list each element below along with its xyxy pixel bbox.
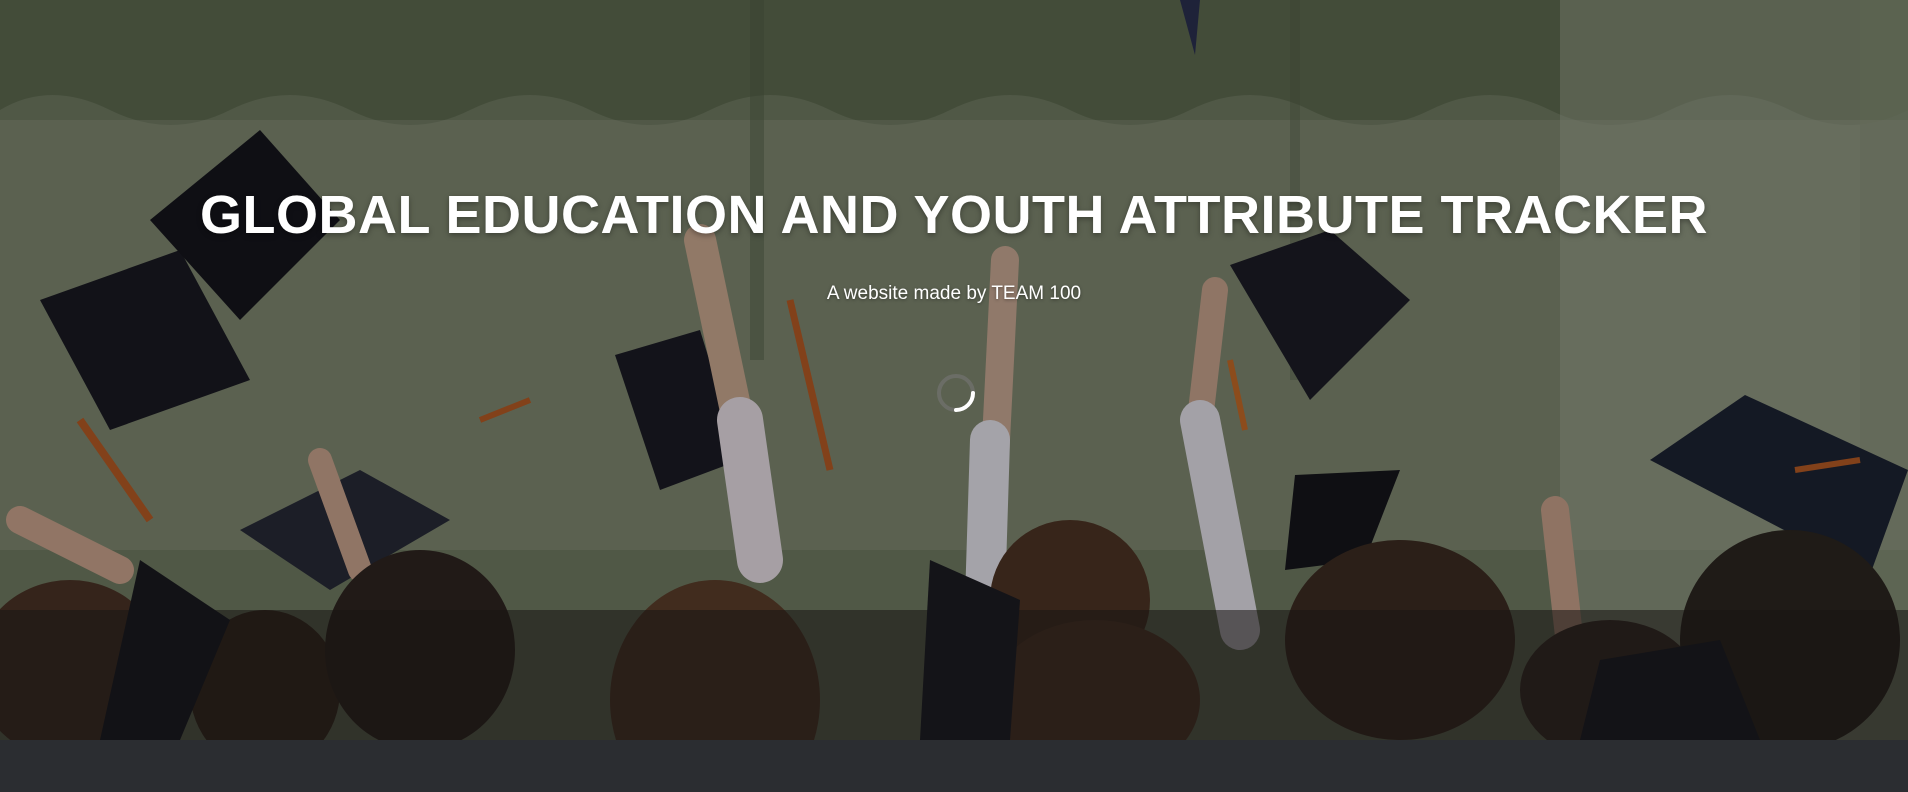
page-subtitle: A website made by TEAM 100 bbox=[826, 283, 1082, 304]
footer-band bbox=[0, 740, 1908, 792]
spinner-icon bbox=[937, 374, 975, 412]
page: GLOBAL EDUCATION AND YOUTH ATTRIBUTE TRA… bbox=[0, 0, 1908, 792]
page-title: GLOBAL EDUCATION AND YOUTH ATTRIBUTE TRA… bbox=[200, 185, 1708, 245]
hero-content: GLOBAL EDUCATION AND YOUTH ATTRIBUTE TRA… bbox=[0, 0, 1908, 740]
hero-section: GLOBAL EDUCATION AND YOUTH ATTRIBUTE TRA… bbox=[0, 0, 1908, 740]
